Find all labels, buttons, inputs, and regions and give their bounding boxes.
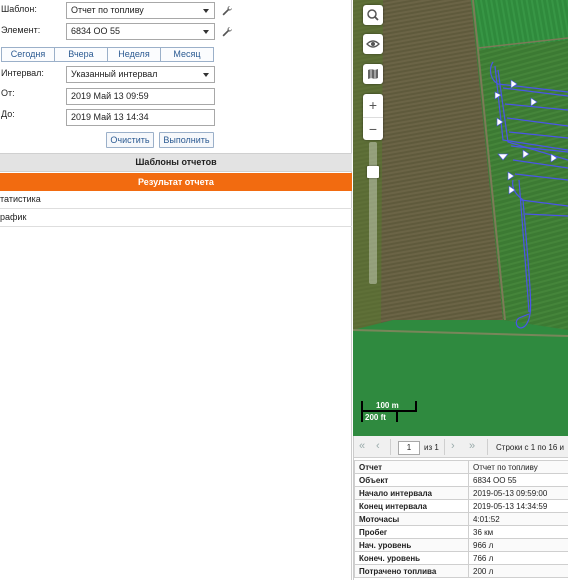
from-label: От: xyxy=(1,88,15,98)
map-scale: 100 m 200 ft xyxy=(361,400,421,424)
zoom-in-icon[interactable]: + xyxy=(363,94,383,117)
to-label: До: xyxy=(1,109,15,119)
table-value: 966 л xyxy=(468,538,568,552)
to-row: До: 2019 Май 13 14:34 xyxy=(0,107,352,126)
table-row: Моточасы 4:01:52 xyxy=(354,512,568,526)
tab-today[interactable]: Сегодня xyxy=(2,48,55,61)
chevron-down-icon xyxy=(203,30,209,34)
table-key: Пробег xyxy=(354,525,469,539)
report-table: Отчет Отчет по топливу Объект 6834 ОО 55 Нач… xyxy=(354,460,568,578)
table-key: Отчет xyxy=(354,460,469,474)
tab-week[interactable]: Неделя xyxy=(108,48,161,61)
table-row: Конец интервала 2019-05-13 14:34:59 xyxy=(354,499,568,513)
zoom-slider-handle[interactable] xyxy=(367,166,379,178)
table-row: Пробег 36 км xyxy=(354,525,568,539)
table-row: Потрачено топлива 200 л xyxy=(354,564,568,578)
tab-yesterday[interactable]: Вчера xyxy=(55,48,108,61)
rows-range: Строки с 1 по 16 и xyxy=(496,443,565,452)
interval-select[interactable]: Указанный интервал xyxy=(66,66,215,83)
report-table-panel: « ‹ 1 из 1 › » Строки с 1 по 16 и Отчет О… xyxy=(353,436,568,580)
scale-meters: 100 m xyxy=(376,401,399,410)
prev-page-icon[interactable]: ‹ xyxy=(376,440,380,452)
search-icon xyxy=(367,9,379,21)
next-page-icon[interactable]: › xyxy=(451,440,455,452)
first-page-icon[interactable]: « xyxy=(359,440,365,452)
app-window: Шаблон: Отчет по топливу Элемент: 6834 О… xyxy=(0,0,568,580)
pager-separator xyxy=(444,439,445,455)
template-row: Шаблон: Отчет по топливу xyxy=(0,2,352,20)
table-key: Конеч. уровень xyxy=(354,551,469,565)
interval-label: Интервал: xyxy=(1,68,44,78)
table-key: Потрачено топлива xyxy=(354,564,469,578)
report-result-header[interactable]: Результат отчета xyxy=(0,173,352,191)
tab-month[interactable]: Месяц xyxy=(161,48,213,61)
template-select[interactable]: Отчет по топливу xyxy=(66,2,215,19)
chevron-down-icon xyxy=(203,73,209,77)
template-value: Отчет по топливу xyxy=(71,5,144,15)
clear-button[interactable]: Очистить xyxy=(106,132,154,148)
report-panel: Шаблон: Отчет по топливу Элемент: 6834 О… xyxy=(0,0,352,580)
pager-separator xyxy=(487,439,488,455)
element-label: Элемент: xyxy=(1,25,41,35)
table-row: Начало интервала 2019-05-13 09:59:00 xyxy=(354,486,568,500)
zoom-out-icon[interactable]: − xyxy=(363,117,383,140)
table-row: Конеч. уровень 766 л xyxy=(354,551,568,565)
period-tabs: Сегодня Вчера Неделя Месяц xyxy=(1,47,214,62)
template-label: Шаблон: xyxy=(1,4,37,14)
page-count: из 1 xyxy=(424,443,439,452)
chevron-down-icon xyxy=(203,9,209,13)
result-item-chart[interactable]: рафик xyxy=(0,209,352,227)
to-date-input[interactable]: 2019 Май 13 14:34 xyxy=(66,109,215,126)
table-value: 2019-05-13 09:59:00 xyxy=(468,486,568,500)
map-search-button[interactable] xyxy=(363,5,383,25)
interval-row: Интервал: Указанный интервал xyxy=(0,66,352,84)
table-key: Нач. уровень xyxy=(354,538,469,552)
from-date-input[interactable]: 2019 Май 13 09:59 xyxy=(66,88,215,105)
table-value: 200 л xyxy=(468,564,568,578)
wrench-icon[interactable] xyxy=(221,26,233,38)
eye-icon xyxy=(366,40,380,48)
satellite-map xyxy=(353,0,568,436)
table-row: Отчет Отчет по топливу xyxy=(354,460,568,474)
result-item-statistics[interactable]: татистика xyxy=(0,191,352,209)
table-value: 766 л xyxy=(468,551,568,565)
element-row: Элемент: 6834 ОО 55 xyxy=(0,23,352,41)
table-row: Объект 6834 ОО 55 xyxy=(354,473,568,487)
zoom-slider[interactable] xyxy=(369,142,377,284)
map-icon xyxy=(368,69,378,79)
pager-separator xyxy=(390,439,391,455)
table-key: Конец интервала xyxy=(354,499,469,513)
map-view[interactable]: + − 100 m 200 ft xyxy=(353,0,568,436)
from-row: От: 2019 Май 13 09:59 xyxy=(0,86,352,105)
table-value: 36 км xyxy=(468,525,568,539)
table-key: Начало интервала xyxy=(354,486,469,500)
table-value: 2019-05-13 14:34:59 xyxy=(468,499,568,513)
map-visibility-button[interactable] xyxy=(363,34,383,54)
table-value: Отчет по топливу xyxy=(468,460,568,474)
element-select[interactable]: 6834 ОО 55 xyxy=(66,23,215,40)
page-number-input[interactable]: 1 xyxy=(398,441,420,455)
report-templates-header[interactable]: Шаблоны отчетов xyxy=(0,153,352,172)
table-value: 4:01:52 xyxy=(468,512,568,526)
pager: « ‹ 1 из 1 › » Строки с 1 по 16 и xyxy=(354,436,568,458)
last-page-icon[interactable]: » xyxy=(469,440,475,452)
zoom-control: + − xyxy=(363,94,383,140)
table-key: Объект xyxy=(354,473,469,487)
scale-feet: 200 ft xyxy=(365,413,386,422)
run-button[interactable]: Выполнить xyxy=(159,132,214,148)
table-value: 6834 ОО 55 xyxy=(468,473,568,487)
table-row: Нач. уровень 966 л xyxy=(354,538,568,552)
interval-value: Указанный интервал xyxy=(71,69,158,79)
element-value: 6834 ОО 55 xyxy=(71,26,121,36)
map-layers-button[interactable] xyxy=(363,64,383,84)
table-key: Моточасы xyxy=(354,512,469,526)
wrench-icon[interactable] xyxy=(221,5,233,17)
